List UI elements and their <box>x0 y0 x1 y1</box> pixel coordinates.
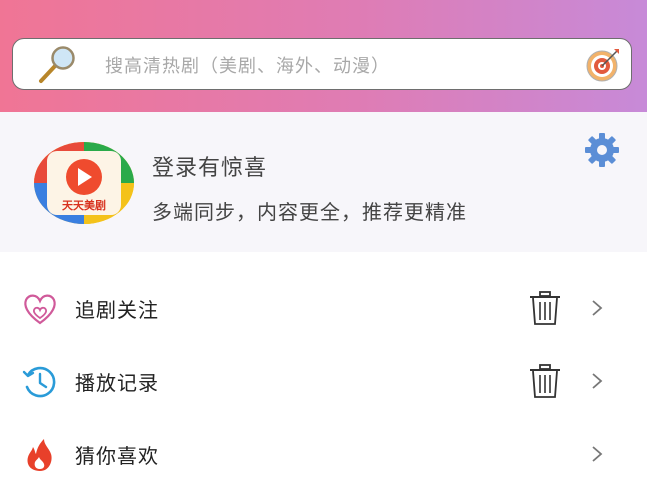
search-placeholder: 搜高清热剧（美剧、海外、动漫） <box>105 56 390 77</box>
menu-item-label: 猜你喜欢 <box>75 444 159 468</box>
trash-icon[interactable] <box>528 363 562 399</box>
app-logo[interactable]: 天天美剧 <box>34 142 134 224</box>
menu-item-label: 追剧关注 <box>75 298 159 322</box>
menu-item-label: 播放记录 <box>75 371 159 395</box>
chevron-right-icon[interactable] <box>588 296 606 320</box>
search-bar[interactable]: 搜高清热剧（美剧、海外、动漫） <box>12 38 632 90</box>
search-icon[interactable] <box>35 45 79 85</box>
login-subtitle: 多端同步，内容更全，推荐更精准 <box>152 200 467 224</box>
menu-item-recommend[interactable]: 猜你喜欢 <box>0 424 647 484</box>
settings-gear-icon[interactable] <box>582 130 622 170</box>
logo-text: 天天美剧 <box>62 198 106 212</box>
menu-item-history[interactable]: 播放记录 <box>0 351 647 411</box>
login-title[interactable]: 登录有惊喜 <box>152 150 267 182</box>
history-icon <box>22 366 56 398</box>
chevron-right-icon[interactable] <box>588 369 606 393</box>
menu-item-follow[interactable]: 追剧关注 <box>0 278 647 338</box>
heart-icon <box>24 294 56 325</box>
chevron-right-icon[interactable] <box>588 442 606 466</box>
profile-card[interactable]: 天天美剧 登录有惊喜 多端同步，内容更全，推荐更精准 <box>0 112 647 252</box>
trash-icon[interactable] <box>528 290 562 326</box>
target-icon[interactable] <box>585 47 621 83</box>
header-bar: 搜高清热剧（美剧、海外、动漫） <box>0 0 647 112</box>
fire-icon <box>27 439 52 471</box>
